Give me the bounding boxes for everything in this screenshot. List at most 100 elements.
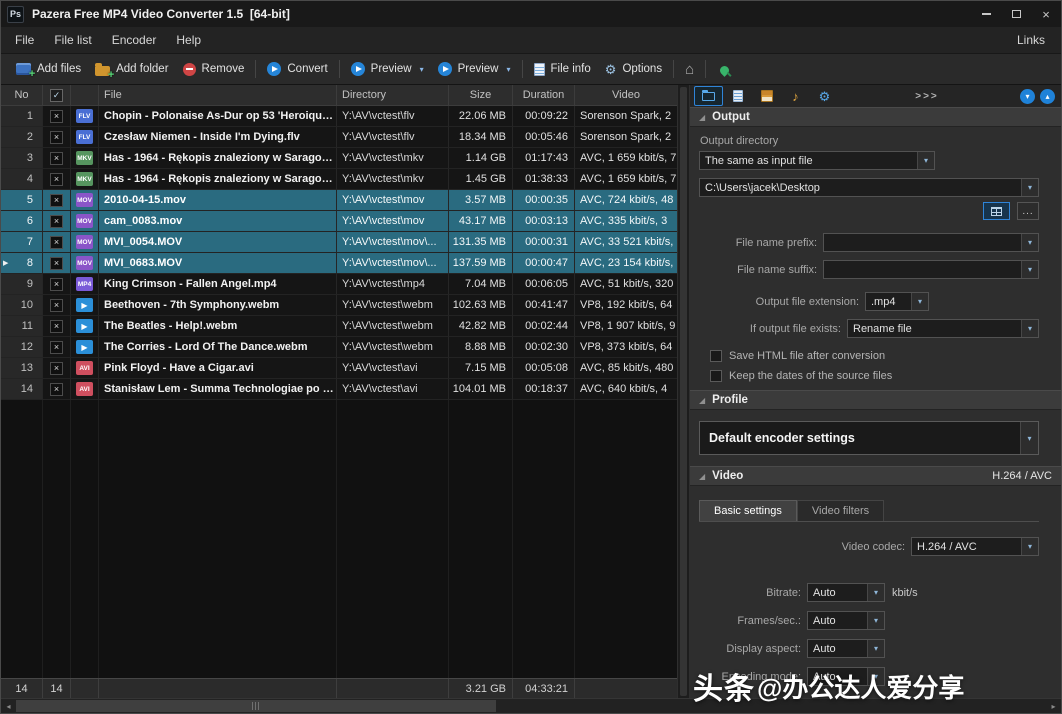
preview-button-2[interactable]: Preview ▾	[431, 58, 518, 80]
file-name-prefix-input[interactable]: ▾	[823, 233, 1039, 252]
keep-dates-checkbox[interactable]: Keep the dates of the source files	[699, 370, 1039, 382]
menu-file[interactable]: File	[5, 27, 44, 53]
row-checkbox[interactable]: ×	[43, 274, 71, 295]
table-row[interactable]: 12×▶The Corries - Lord Of The Dance.webm…	[1, 337, 677, 358]
home-button[interactable]: ⌂	[678, 59, 701, 80]
row-checkbox[interactable]: ×	[43, 316, 71, 337]
output-extension-select[interactable]: .mp4 ▾	[865, 292, 929, 311]
checkbox-icon[interactable]	[710, 370, 722, 382]
row-checkbox[interactable]: ×	[43, 169, 71, 190]
chevron-down-icon[interactable]: ▾	[911, 293, 928, 310]
row-checkbox[interactable]: ×	[43, 337, 71, 358]
table-row[interactable]: 5×MOV2010-04-15.movY:\AV\vctest\mov3.57 …	[1, 190, 677, 211]
tab-save[interactable]	[752, 86, 781, 106]
tab-output[interactable]	[694, 86, 723, 106]
tab-basic-settings[interactable]: Basic settings	[699, 500, 797, 521]
row-checkbox[interactable]: ×	[43, 295, 71, 316]
col-file[interactable]: File	[99, 85, 337, 105]
options-button[interactable]: ⚙ Options	[598, 59, 669, 80]
col-duration[interactable]: Duration	[513, 85, 575, 105]
file-name-suffix-input[interactable]: ▾	[823, 260, 1039, 279]
bitrate-select[interactable]: Auto ▾	[807, 583, 885, 602]
aspect-select[interactable]: Auto ▾	[807, 639, 885, 658]
vertical-scrollbar[interactable]	[677, 85, 690, 698]
table-row[interactable]: 7×MOVMVI_0054.MOVY:\AV\vctest\mov\...131…	[1, 232, 677, 253]
col-type-icon[interactable]	[71, 85, 99, 105]
table-row[interactable]: 6×MOVcam_0083.movY:\AV\vctest\mov43.17 M…	[1, 211, 677, 232]
convert-button[interactable]: Convert	[260, 58, 334, 80]
add-folder-button[interactable]: + Add folder	[88, 59, 175, 80]
col-video[interactable]: Video	[575, 85, 677, 105]
table-row[interactable]: 10×▶Beethoven - 7th Symphony.webmY:\AV\v…	[1, 295, 677, 316]
remove-button[interactable]: Remove	[176, 59, 252, 80]
row-checkbox[interactable]: ×	[43, 106, 71, 127]
tab-more[interactable]: >>>	[839, 86, 1015, 106]
chevron-down-icon[interactable]: ▾	[867, 584, 884, 601]
tab-video-filters[interactable]: Video filters	[797, 500, 884, 521]
table-row[interactable]: 9×MP4King Crimson - Fallen Angel.mp4Y:\A…	[1, 274, 677, 295]
col-directory[interactable]: Directory	[337, 85, 449, 105]
menu-help[interactable]: Help	[166, 27, 211, 53]
encoding-mode-select[interactable]: Auto ▾	[807, 667, 885, 686]
collapse-all-button[interactable]: ▾	[1020, 89, 1035, 104]
checkbox-icon[interactable]	[710, 350, 722, 362]
maximize-button[interactable]	[1001, 1, 1031, 27]
vertical-scrollbar-thumb[interactable]	[680, 87, 687, 696]
row-checkbox[interactable]: ×	[43, 190, 71, 211]
scroll-right-icon[interactable]: ▸	[1046, 699, 1061, 713]
video-section-header[interactable]: ◢ Video H.264 / AVC	[690, 466, 1061, 486]
col-no[interactable]: No	[1, 85, 43, 105]
chevron-down-icon[interactable]: ▾	[506, 65, 510, 74]
chevron-down-icon[interactable]: ▾	[1020, 422, 1038, 454]
pin-button[interactable]	[710, 60, 739, 79]
table-row[interactable]: 2×FLVCzesław Niemen - Inside I'm Dying.f…	[1, 127, 677, 148]
table-row[interactable]: 14×AVIStanisław Lem - Summa Technologiae…	[1, 379, 677, 400]
add-files-button[interactable]: + Add files	[9, 59, 88, 79]
chevron-down-icon[interactable]: ▾	[420, 65, 424, 74]
row-checkbox[interactable]: ×	[43, 211, 71, 232]
chevron-down-icon[interactable]: ▾	[867, 640, 884, 657]
row-checkbox[interactable]: ×	[43, 127, 71, 148]
row-checkbox[interactable]: ×	[43, 148, 71, 169]
table-row[interactable]: 1×FLVChopin - Polonaise As-Dur op 53 'He…	[1, 106, 677, 127]
browse-output-button[interactable]	[983, 202, 1010, 220]
menu-links[interactable]: Links	[1005, 33, 1057, 47]
table-row[interactable]: ▶8×MOVMVI_0683.MOVY:\AV\vctest\mov\...13…	[1, 253, 677, 274]
close-button[interactable]: ×	[1031, 1, 1061, 27]
chevron-down-icon[interactable]: ▾	[1021, 234, 1038, 251]
profile-select[interactable]: Default encoder settings ▾	[699, 421, 1039, 455]
chevron-down-icon[interactable]: ▾	[917, 152, 934, 169]
scroll-left-icon[interactable]: ◂	[1, 699, 16, 713]
more-options-button[interactable]: ...	[1017, 202, 1039, 220]
tab-document[interactable]	[723, 86, 752, 106]
save-html-checkbox[interactable]: Save HTML file after conversion	[699, 350, 1039, 362]
file-exists-select[interactable]: Rename file ▾	[847, 319, 1039, 338]
fps-select[interactable]: Auto ▾	[807, 611, 885, 630]
table-row[interactable]: 11×▶The Beatles - Help!.webmY:\AV\vctest…	[1, 316, 677, 337]
chevron-down-icon[interactable]: ▾	[1021, 179, 1038, 196]
chevron-down-icon[interactable]: ▾	[867, 612, 884, 629]
horizontal-scrollbar-track[interactable]	[16, 699, 1046, 713]
chevron-down-icon[interactable]: ▾	[867, 668, 884, 685]
row-checkbox[interactable]: ×	[43, 232, 71, 253]
header-checkbox-icon[interactable]: ✓	[50, 89, 63, 102]
row-checkbox[interactable]: ×	[43, 379, 71, 400]
tab-audio[interactable]: ♪	[781, 86, 810, 106]
chevron-down-icon[interactable]: ▾	[1021, 261, 1038, 278]
output-section-header[interactable]: ◢ Output	[690, 107, 1061, 127]
row-checkbox[interactable]: ×	[43, 358, 71, 379]
table-row[interactable]: 13×AVIPink Floyd - Have a Cigar.aviY:\AV…	[1, 358, 677, 379]
menu-file-list[interactable]: File list	[44, 27, 101, 53]
video-codec-select[interactable]: H.264 / AVC ▾	[911, 537, 1039, 556]
chevron-down-icon[interactable]: ▾	[1021, 320, 1038, 337]
row-checkbox[interactable]: ×	[43, 253, 71, 274]
chevron-down-icon[interactable]: ▾	[1021, 538, 1038, 555]
menu-encoder[interactable]: Encoder	[102, 27, 167, 53]
col-size[interactable]: Size	[449, 85, 513, 105]
minimize-button[interactable]	[971, 1, 1001, 27]
expand-all-button[interactable]: ▴	[1040, 89, 1055, 104]
preview-button-1[interactable]: Preview ▾	[344, 58, 431, 80]
profile-section-header[interactable]: ◢ Profile	[690, 390, 1061, 410]
tab-settings[interactable]: ⚙	[810, 86, 839, 106]
output-dir-path-select[interactable]: C:\Users\jacek\Desktop ▾	[699, 178, 1039, 197]
